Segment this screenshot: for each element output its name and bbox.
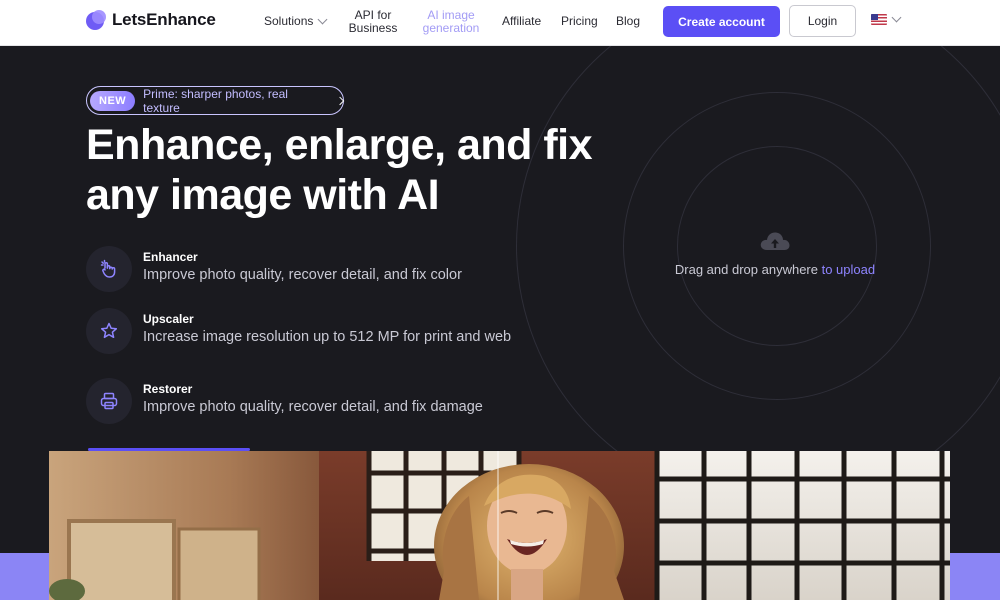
feature-description: Improve photo quality, recover detail, a… bbox=[143, 399, 483, 415]
new-tag: NEW bbox=[90, 90, 136, 111]
upload-instructions: Drag and drop anywhere to upload bbox=[660, 262, 890, 277]
nav-pricing[interactable]: Pricing bbox=[561, 15, 598, 28]
sparkle-star-icon bbox=[86, 308, 132, 354]
create-account-button[interactable]: Create account bbox=[663, 6, 780, 37]
cloud-upload-icon bbox=[760, 232, 790, 250]
prime-announcement-badge[interactable]: NEW Prime: sharper photos, real texture bbox=[86, 86, 345, 115]
before-after-photo[interactable] bbox=[49, 451, 950, 600]
logo[interactable]: LetsEnhance bbox=[86, 10, 216, 30]
nav-ai-line2: generation bbox=[422, 21, 480, 35]
hero-title: Enhance, enlarge, and fix any image with… bbox=[86, 120, 646, 220]
top-navigation-bar: LetsEnhance Solutions API for Business A… bbox=[0, 0, 1000, 46]
logo-icon bbox=[86, 10, 106, 30]
hero-title-line2: any image with AI bbox=[86, 171, 440, 219]
upload-link[interactable]: to upload bbox=[822, 262, 876, 277]
feature-name: Restorer bbox=[143, 382, 193, 396]
magic-hand-icon bbox=[86, 246, 132, 292]
hero-title-line1: Enhance, enlarge, and fix bbox=[86, 121, 593, 169]
us-flag-icon bbox=[871, 14, 887, 25]
feature-name: Enhancer bbox=[143, 250, 198, 264]
upload-text: Drag and drop anywhere bbox=[674, 262, 822, 277]
upload-dropzone[interactable]: Drag and drop anywhere to upload bbox=[660, 230, 890, 277]
nav-affiliate[interactable]: Affiliate bbox=[502, 15, 541, 28]
nav-ai-image-generation[interactable]: AI image generation bbox=[420, 9, 482, 35]
chevron-down-icon bbox=[891, 12, 902, 23]
restore-printer-icon bbox=[86, 378, 132, 424]
feature-description: Improve photo quality, recover detail, a… bbox=[143, 267, 462, 283]
nav-api-for-business[interactable]: API for Business bbox=[345, 9, 401, 35]
feature-name: Upscaler bbox=[143, 312, 194, 326]
language-selector[interactable] bbox=[871, 12, 902, 25]
logo-text: LetsEnhance bbox=[112, 10, 216, 29]
chevron-down-icon bbox=[317, 14, 328, 25]
badge-text: Prime: sharper photos, real texture bbox=[143, 86, 288, 115]
login-button[interactable]: Login bbox=[789, 5, 856, 37]
nav-solutions[interactable]: Solutions bbox=[264, 14, 328, 28]
nav-api-line2: Business bbox=[348, 21, 398, 35]
nav-blog[interactable]: Blog bbox=[616, 15, 640, 28]
feature-description: Increase image resolution up to 512 MP f… bbox=[143, 329, 512, 345]
chevron-right-icon bbox=[335, 96, 345, 105]
nav-solutions-label: Solutions bbox=[264, 14, 314, 28]
